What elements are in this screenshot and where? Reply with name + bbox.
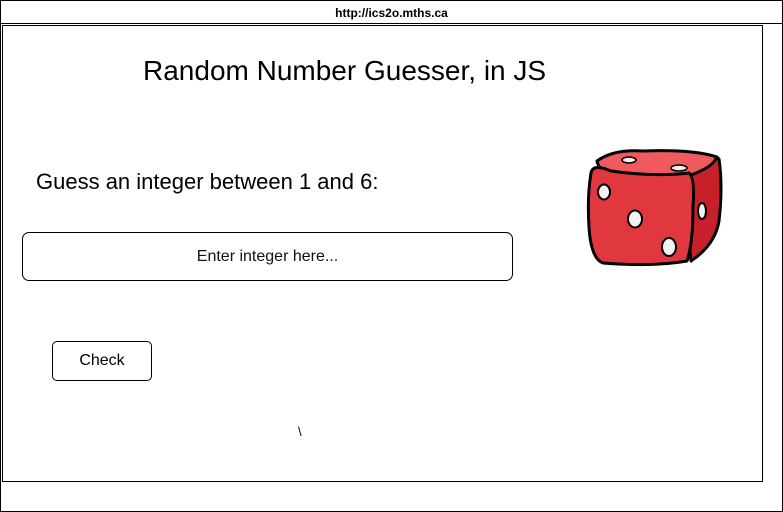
dice-pip: [627, 209, 643, 229]
dice-pip: [621, 156, 637, 164]
dice-pip: [697, 202, 707, 220]
dice-pip: [670, 164, 688, 172]
guess-input[interactable]: [22, 232, 513, 281]
address-bar[interactable]: http://ics2o.mths.ca: [1, 1, 782, 24]
guess-prompt: Guess an integer between 1 and 6:: [36, 169, 379, 194]
browser-window: http://ics2o.mths.ca Random Number Guess…: [0, 0, 783, 512]
check-button[interactable]: Check: [52, 341, 152, 381]
dice-icon: [586, 149, 723, 267]
result-text: \: [298, 424, 302, 439]
page-title: Random Number Guesser, in JS: [143, 55, 547, 86]
dice-pip: [661, 237, 677, 257]
dice-pip: [597, 183, 611, 201]
